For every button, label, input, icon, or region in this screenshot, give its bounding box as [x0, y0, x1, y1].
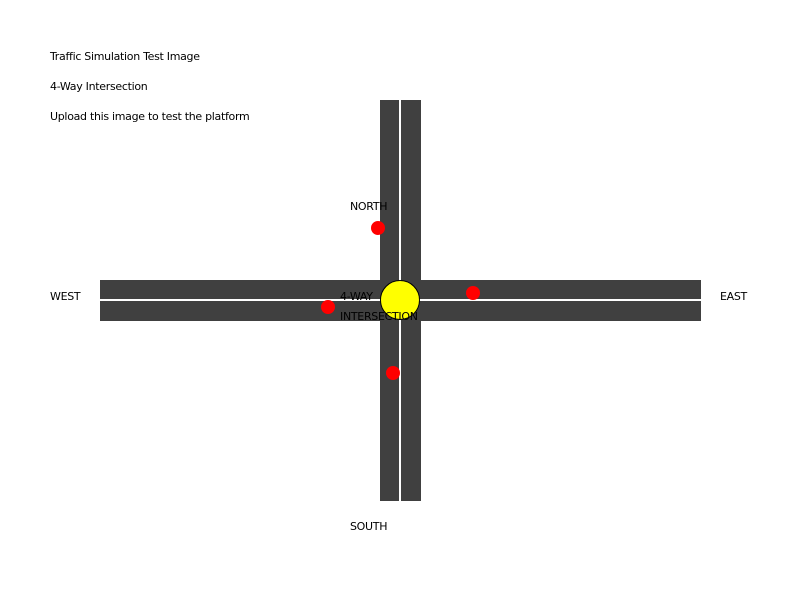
vehicle-west: [321, 300, 335, 314]
vehicle-east: [466, 286, 480, 300]
intersection-label-line1: 4-WAY: [340, 290, 373, 303]
vehicle-south: [386, 366, 400, 380]
direction-label-west: WEST: [50, 290, 81, 303]
page-title: Traffic Simulation Test Image: [50, 50, 200, 63]
direction-label-north: NORTH: [350, 200, 388, 213]
page-subtitle: 4-Way Intersection: [50, 80, 148, 93]
upload-instruction: Upload this image to test the platform: [50, 110, 250, 123]
direction-label-south: SOUTH: [350, 520, 388, 533]
vehicle-north: [371, 221, 385, 235]
intersection-label-line2: INTERSECTION: [340, 310, 418, 323]
direction-label-east: EAST: [720, 290, 747, 303]
